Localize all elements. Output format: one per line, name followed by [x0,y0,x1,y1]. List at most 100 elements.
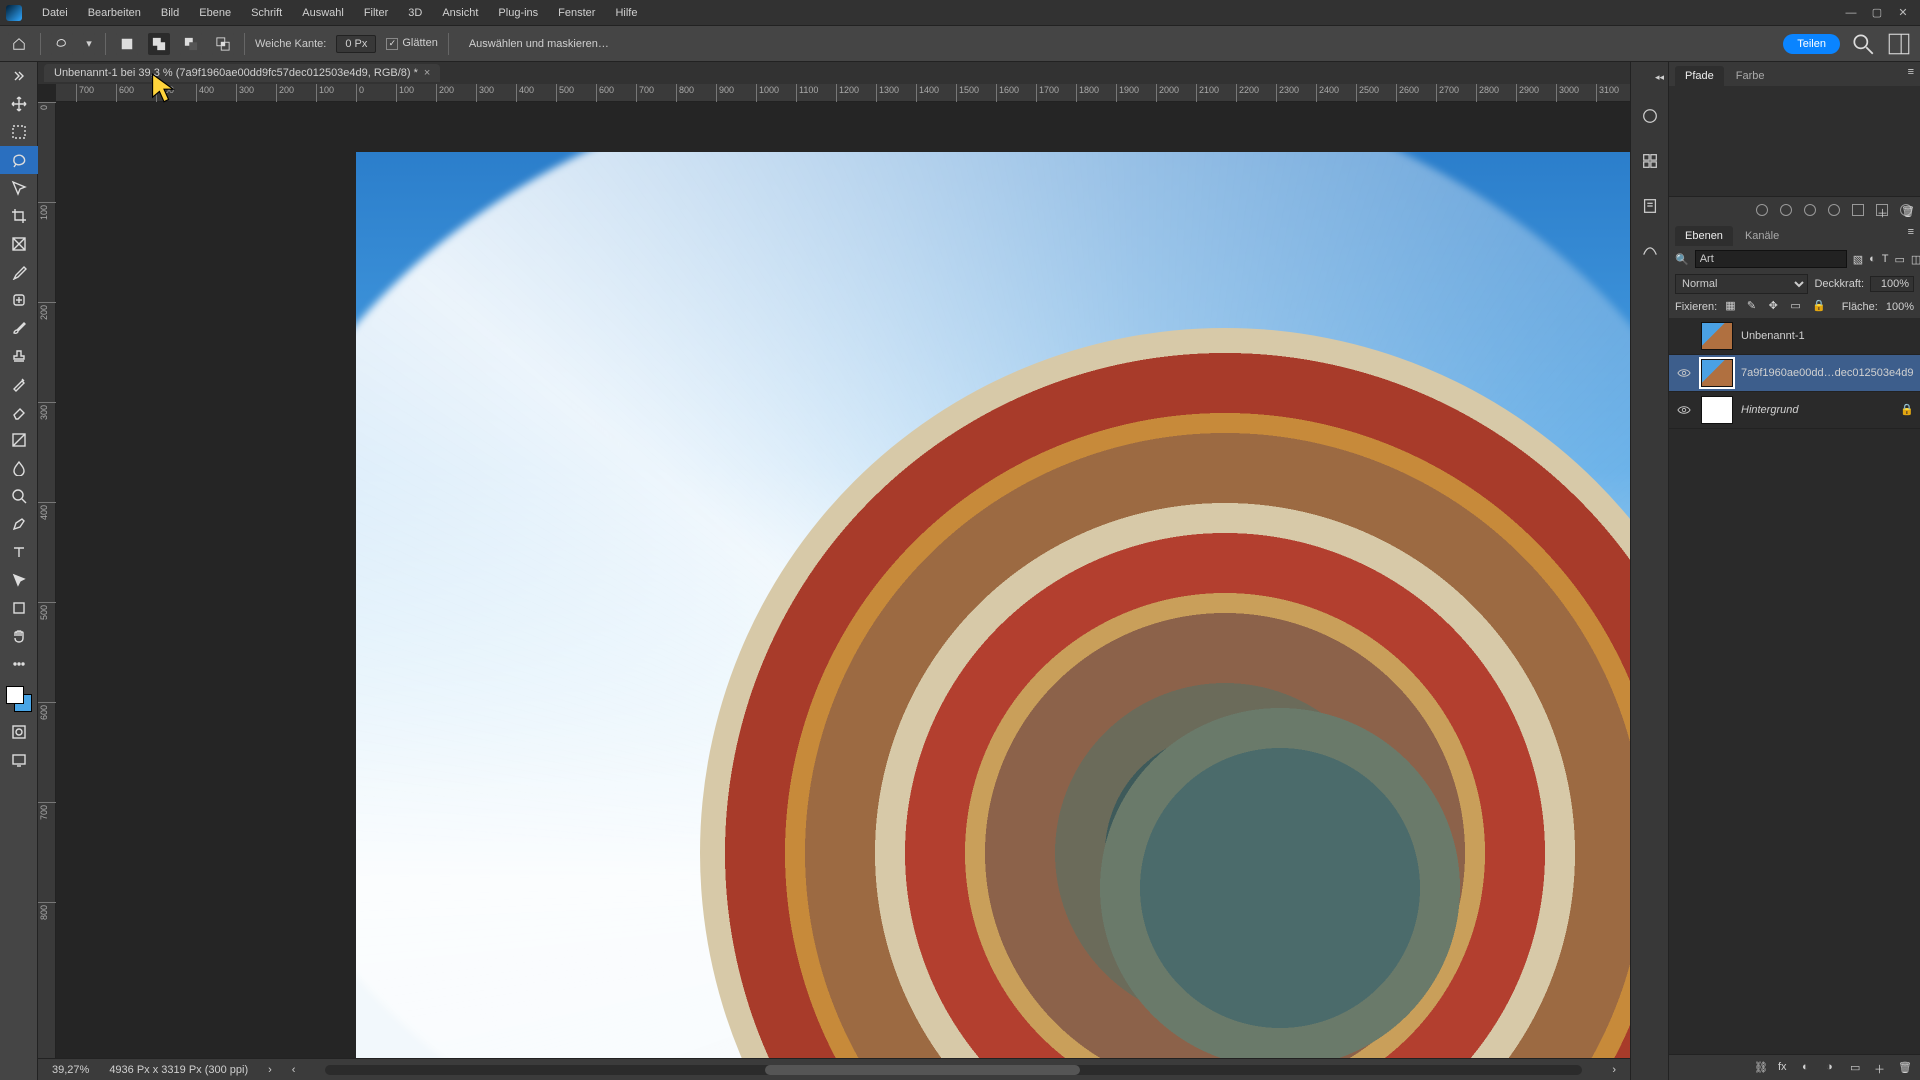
select-and-mask-button[interactable]: Auswählen und maskieren… [459,35,619,53]
menu-schrift[interactable]: Schrift [241,0,292,26]
layer-filter-search-icon[interactable]: 🔍 [1675,253,1689,266]
path-selection-icon[interactable] [1802,201,1819,218]
menu-auswahl[interactable]: Auswahl [292,0,354,26]
tab-paths[interactable]: Pfade [1675,66,1724,86]
filter-type-icon[interactable]: T [1882,250,1889,268]
fx-icon[interactable]: fx [1778,1061,1792,1075]
tool-preset-caret[interactable]: ▾ [83,33,95,55]
layer-row[interactable]: Hintergrund 🔒 [1669,392,1920,429]
tool-brush[interactable] [0,314,38,342]
tool-eyedropper[interactable] [0,258,38,286]
tool-history-brush[interactable] [0,370,38,398]
minimize-button[interactable]: — [1840,5,1862,21]
antialias-checkbox[interactable]: Glätten [386,37,437,50]
menu-ebene[interactable]: Ebene [189,0,241,26]
scroll-right[interactable]: › [1612,1064,1616,1076]
link-layers-icon[interactable]: ⛓ [1754,1061,1768,1075]
lock-move-icon[interactable]: ✥ [1769,299,1783,315]
menu-ansicht[interactable]: Ansicht [432,0,488,26]
doc-info-caret[interactable]: › [268,1064,272,1076]
panel-icon-color[interactable] [1641,107,1659,128]
maximize-button[interactable]: ▢ [1866,5,1888,21]
visibility-toggle[interactable] [1675,327,1693,345]
menu-3d[interactable]: 3D [398,0,432,26]
tool-eraser[interactable] [0,398,38,426]
filter-shape-icon[interactable]: ▭ [1895,250,1905,268]
tool-stamp[interactable] [0,342,38,370]
scrollbar-horizontal[interactable] [325,1065,1582,1075]
lock-all-icon[interactable]: 🔒 [1812,299,1826,315]
layer-row[interactable]: 7a9f1960ae00dd…dec012503e4d9 [1669,355,1920,392]
blend-mode-select[interactable]: Normal [1675,274,1808,294]
tool-type[interactable] [0,538,38,566]
fill-input[interactable]: 100% [1886,301,1914,313]
layer-name[interactable]: Hintergrund [1741,404,1892,416]
tool-blur[interactable] [0,454,38,482]
share-button[interactable]: Teilen [1783,34,1840,54]
visibility-toggle[interactable] [1675,364,1693,382]
tool-path-select[interactable] [0,566,38,594]
tool-marquee[interactable] [0,118,38,146]
tool-hand[interactable] [0,622,38,650]
document-tab[interactable]: Unbenannt-1 bei 39,3 % (7a9f1960ae00dd9f… [44,64,440,82]
selection-subtract[interactable] [180,33,202,55]
tool-lasso[interactable] [0,146,38,174]
menu-plugins[interactable]: Plug-ins [488,0,548,26]
tool-dodge[interactable] [0,482,38,510]
canvas[interactable] [56,102,1630,1058]
scroll-left[interactable]: ‹ [292,1064,296,1076]
search-button[interactable] [1850,31,1876,57]
document-info[interactable]: 4936 Px x 3319 Px (300 ppi) [109,1064,248,1076]
path-stroke-icon[interactable] [1780,204,1792,216]
selection-add[interactable] [148,33,170,55]
layer-thumbnail[interactable] [1701,359,1733,387]
foreground-color[interactable] [6,686,24,704]
tab-channels[interactable]: Kanäle [1735,226,1789,246]
rail-toggle[interactable]: ◂◂ [1655,72,1664,83]
path-delete-icon[interactable]: 🗑 [1900,204,1912,216]
tool-preset-lasso[interactable] [51,33,73,55]
close-tab-icon[interactable]: × [424,67,430,79]
tool-frame[interactable] [0,230,38,258]
mask-icon[interactable]: ◐ [1802,1061,1816,1075]
layer-name[interactable]: 7a9f1960ae00dd…dec012503e4d9 [1741,367,1914,379]
home-button[interactable] [8,33,30,55]
menu-fenster[interactable]: Fenster [548,0,605,26]
group-icon[interactable]: ▭ [1850,1061,1864,1075]
layer-thumbnail[interactable] [1701,322,1733,350]
tool-crop[interactable] [0,202,38,230]
lock-position-icon[interactable]: ✎ [1747,299,1761,315]
menu-bild[interactable]: Bild [151,0,189,26]
close-button[interactable]: ✕ [1892,5,1914,21]
panel-menu-icon[interactable]: ≡ [1908,226,1914,246]
panel-icon-properties[interactable] [1641,197,1659,218]
delete-layer-icon[interactable]: 🗑 [1898,1061,1912,1075]
filter-smart-icon[interactable]: ◫ [1911,250,1920,268]
tool-move[interactable] [0,90,38,118]
panel-icon-adjustments[interactable] [1641,242,1659,263]
new-layer-icon[interactable]: ＋ [1874,1061,1888,1075]
tool-pen[interactable] [0,510,38,538]
layer-row[interactable]: Unbenannt-1 [1669,318,1920,355]
tool-expand[interactable] [0,62,38,90]
selection-new[interactable] [116,33,138,55]
filter-adjust-icon[interactable]: ◐ [1869,250,1876,268]
workspace-layout-button[interactable] [1886,31,1912,57]
panel-icon-swatches[interactable] [1641,152,1659,173]
lock-artboard-icon[interactable]: ▭ [1790,299,1804,315]
menu-hilfe[interactable]: Hilfe [605,0,647,26]
path-new-icon[interactable]: ＋ [1876,204,1888,216]
tool-screenmode[interactable] [0,746,38,774]
tool-shape[interactable] [0,594,38,622]
filter-pixel-icon[interactable]: ▧ [1853,250,1863,268]
visibility-toggle[interactable] [1675,401,1693,419]
zoom-readout[interactable]: 39,27% [52,1064,89,1076]
tab-layers[interactable]: Ebenen [1675,226,1733,246]
opacity-input[interactable]: 100% [1870,276,1914,292]
path-fill-icon[interactable] [1756,204,1768,216]
paths-panel-body[interactable] [1669,86,1920,196]
layer-thumbnail[interactable] [1701,396,1733,424]
tab-color[interactable]: Farbe [1726,66,1775,86]
adjustment-icon[interactable]: ◑ [1826,1061,1840,1075]
tool-quick-select[interactable] [0,174,38,202]
